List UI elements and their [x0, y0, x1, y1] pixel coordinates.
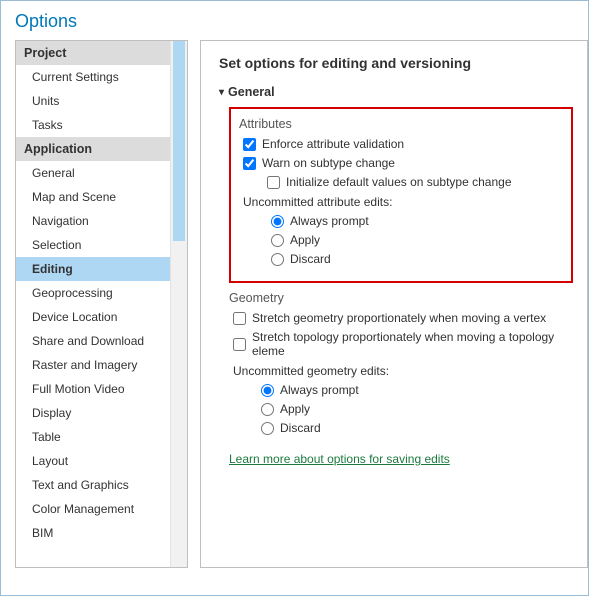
initialize-default-values-checkbox[interactable] — [267, 176, 280, 189]
enforce-attribute-validation-checkbox[interactable] — [243, 138, 256, 151]
sidebar-item-tasks[interactable]: Tasks — [16, 113, 170, 137]
stretch-topo-label: Stretch topology proportionately when mo… — [252, 330, 573, 358]
sidebar-item-map-and-scene[interactable]: Map and Scene — [16, 185, 170, 209]
warn-row: Warn on subtype change — [243, 156, 563, 170]
stretch-geometry-checkbox[interactable] — [233, 312, 246, 325]
geom-apply-row: Apply — [261, 402, 573, 416]
main-heading: Set options for editing and versioning — [219, 55, 573, 71]
stretch-topology-checkbox[interactable] — [233, 338, 246, 351]
geometry-heading: Geometry — [229, 291, 573, 305]
sidebar-item-device-location[interactable]: Device Location — [16, 305, 170, 329]
attr-apply-label: Apply — [290, 233, 320, 247]
sidebar-item-text-and-graphics[interactable]: Text and Graphics — [16, 473, 170, 497]
sidebar: Project Current Settings Units Tasks App… — [15, 40, 188, 568]
sidebar-item-color-management[interactable]: Color Management — [16, 497, 170, 521]
sidebar-item-current-settings[interactable]: Current Settings — [16, 65, 170, 89]
sidebar-header-project: Project — [16, 41, 170, 65]
sidebar-item-layout[interactable]: Layout — [16, 449, 170, 473]
sidebar-item-units[interactable]: Units — [16, 89, 170, 113]
dialog-body: Project Current Settings Units Tasks App… — [1, 40, 588, 568]
attributes-highlight-box: Attributes Enforce attribute validation … — [229, 107, 573, 283]
uncommitted-attr-label: Uncommitted attribute edits: — [243, 195, 563, 209]
dialog-title: Options — [1, 1, 588, 40]
geom-always-prompt-radio[interactable] — [261, 384, 274, 397]
attr-always-row: Always prompt — [271, 214, 563, 228]
chevron-down-icon — [219, 85, 224, 99]
learn-more-link[interactable]: Learn more about options for saving edit… — [229, 452, 450, 466]
stretch-geom-row: Stretch geometry proportionately when mo… — [233, 311, 573, 325]
sidebar-item-full-motion-video[interactable]: Full Motion Video — [16, 377, 170, 401]
init-row: Initialize default values on subtype cha… — [267, 175, 563, 189]
sidebar-item-share-and-download[interactable]: Share and Download — [16, 329, 170, 353]
stretch-geom-label: Stretch geometry proportionately when mo… — [252, 311, 546, 325]
sidebar-item-general[interactable]: General — [16, 161, 170, 185]
warn-label: Warn on subtype change — [262, 156, 395, 170]
geom-discard-row: Discard — [261, 421, 573, 435]
geom-discard-label: Discard — [280, 421, 321, 435]
attr-apply-row: Apply — [271, 233, 563, 247]
sidebar-item-editing[interactable]: Editing — [16, 257, 170, 281]
sidebar-item-navigation[interactable]: Navigation — [16, 209, 170, 233]
enforce-row: Enforce attribute validation — [243, 137, 563, 151]
geom-apply-label: Apply — [280, 402, 310, 416]
stretch-topo-row: Stretch topology proportionately when mo… — [233, 330, 573, 358]
uncommitted-geom-label: Uncommitted geometry edits: — [233, 364, 573, 378]
sidebar-item-raster-and-imagery[interactable]: Raster and Imagery — [16, 353, 170, 377]
sidebar-item-geoprocessing[interactable]: Geoprocessing — [16, 281, 170, 305]
attr-discard-radio[interactable] — [271, 253, 284, 266]
init-label: Initialize default values on subtype cha… — [286, 175, 512, 189]
sidebar-item-display[interactable]: Display — [16, 401, 170, 425]
geom-discard-radio[interactable] — [261, 422, 274, 435]
attr-always-label: Always prompt — [290, 214, 369, 228]
attr-discard-label: Discard — [290, 252, 331, 266]
attr-discard-row: Discard — [271, 252, 563, 266]
sidebar-scrollbar[interactable] — [170, 41, 187, 567]
general-section: Attributes Enforce attribute validation … — [219, 107, 573, 466]
enforce-label: Enforce attribute validation — [262, 137, 404, 151]
attr-apply-radio[interactable] — [271, 234, 284, 247]
sidebar-item-selection[interactable]: Selection — [16, 233, 170, 257]
warn-subtype-change-checkbox[interactable] — [243, 157, 256, 170]
main-panel: Set options for editing and versioning G… — [200, 40, 588, 568]
geom-always-label: Always prompt — [280, 383, 359, 397]
sidebar-item-table[interactable]: Table — [16, 425, 170, 449]
sidebar-item-bim[interactable]: BIM — [16, 521, 170, 545]
group-header-general-label: General — [228, 85, 275, 99]
sidebar-list: Project Current Settings Units Tasks App… — [16, 41, 170, 567]
attributes-heading: Attributes — [239, 117, 563, 131]
attr-always-prompt-radio[interactable] — [271, 215, 284, 228]
scrollbar-thumb[interactable] — [173, 41, 185, 241]
options-dialog: Options Project Current Settings Units T… — [0, 0, 589, 596]
group-header-general[interactable]: General — [219, 85, 573, 99]
geom-apply-radio[interactable] — [261, 403, 274, 416]
sidebar-header-application: Application — [16, 137, 170, 161]
geom-always-row: Always prompt — [261, 383, 573, 397]
